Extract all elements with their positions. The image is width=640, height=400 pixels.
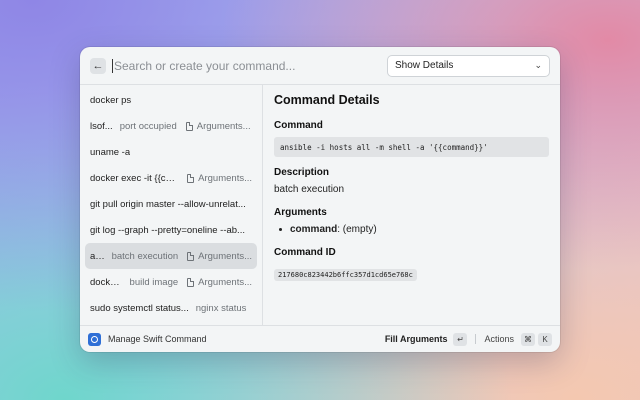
accessory-label: Arguments...: [198, 250, 252, 262]
view-mode-select[interactable]: Show Details ⌄: [387, 54, 550, 77]
command-label: Command: [274, 120, 323, 131]
list-item-title: an...: [90, 250, 105, 262]
document-icon: [187, 251, 195, 261]
list-item-title: lsof...: [90, 120, 113, 132]
command-id-value: 217680c823442b6ffc357d1cd65e768c: [274, 269, 417, 281]
description-text: batch execution: [274, 184, 345, 195]
details-heading: Command Details: [274, 93, 380, 107]
description-label: Description: [274, 167, 330, 178]
document-icon: [185, 121, 193, 131]
list-item-title: docke...: [90, 276, 123, 288]
arguments-list: command: (empty): [274, 224, 549, 235]
app-name: Manage Swift Command: [108, 334, 207, 344]
list-item-subtitle: nginx status: [195, 302, 247, 314]
list-item-subtitle: batch execution: [111, 250, 179, 262]
argument-item: command: (empty): [279, 224, 549, 235]
list-item-subtitle: build image: [129, 276, 179, 288]
argument-name: command: [290, 224, 338, 235]
text-caret: [112, 58, 113, 73]
list-item-title: git pull origin master --allow-unrelat..…: [90, 198, 246, 210]
arguments-label: Arguments: [274, 207, 327, 218]
document-icon: [187, 277, 195, 287]
actions-button[interactable]: Actions: [484, 334, 514, 344]
list-item-accessory: Arguments...: [185, 120, 251, 132]
command-code: ansible -i hosts all -m shell -a '{{comm…: [274, 137, 549, 157]
list-item[interactable]: uname -a: [85, 139, 257, 165]
list-item[interactable]: git log --graph --pretty=oneline --ab...: [85, 217, 257, 243]
list-item[interactable]: lsof... port occupied Arguments...: [85, 113, 257, 139]
view-mode-value: Show Details: [395, 60, 454, 71]
list-item[interactable]: docker ps: [85, 87, 257, 113]
list-item-accessory: Arguments...: [187, 173, 252, 184]
list-item[interactable]: docker exec -it {{co... Arguments...: [85, 165, 257, 191]
accessory-label: Arguments...: [198, 276, 252, 288]
enter-key-icon: ↵: [453, 332, 468, 346]
details-panel: Command Details Command ansible -i hosts…: [263, 85, 560, 325]
list-item-selected[interactable]: an... batch execution Arguments...: [85, 243, 257, 269]
accessory-label: Arguments...: [198, 172, 252, 184]
back-button[interactable]: ←: [90, 57, 106, 74]
list-item-title: git log --graph --pretty=oneline --ab...: [90, 224, 245, 236]
command-list: docker ps lsof... port occupied Argument…: [80, 85, 263, 325]
list-item[interactable]: sudo systemctl status... nginx status: [85, 295, 257, 321]
fill-arguments-button[interactable]: Fill Arguments: [385, 334, 448, 344]
main-content: docker ps lsof... port occupied Argument…: [80, 85, 560, 325]
list-item-title: sudo systemctl status...: [90, 302, 189, 314]
list-item-title: uname -a: [90, 146, 131, 158]
list-item[interactable]: docke... build image Arguments...: [85, 269, 257, 295]
list-item-accessory: Arguments...: [187, 277, 252, 288]
app-logo-icon: [88, 332, 101, 346]
command-key-icon: ⌘: [521, 332, 535, 346]
bullet-icon: [279, 228, 282, 231]
divider: [475, 334, 477, 344]
list-item-accessory: Arguments...: [187, 251, 252, 262]
arrow-left-icon: ←: [92, 59, 104, 72]
command-id-label: Command ID: [274, 247, 336, 258]
list-item[interactable]: git pull origin master --allow-unrelat..…: [85, 191, 257, 217]
list-item-title: docker ps: [90, 94, 132, 106]
launcher-window: ← Show Details ⌄ docker ps lsof... port …: [80, 47, 560, 352]
k-key-icon: K: [538, 332, 552, 346]
search-bar: ← Show Details ⌄: [80, 47, 560, 85]
list-item-title: docker exec -it {{co...: [90, 172, 179, 184]
document-icon: [187, 173, 195, 183]
action-bar: Manage Swift Command Fill Arguments ↵ Ac…: [80, 325, 560, 352]
list-item-subtitle: port occupied: [119, 120, 177, 132]
search-input[interactable]: [114, 58, 387, 73]
argument-value: : (empty): [337, 224, 377, 235]
chevron-down-icon: ⌄: [534, 60, 542, 70]
accessory-label: Arguments...: [196, 120, 251, 132]
